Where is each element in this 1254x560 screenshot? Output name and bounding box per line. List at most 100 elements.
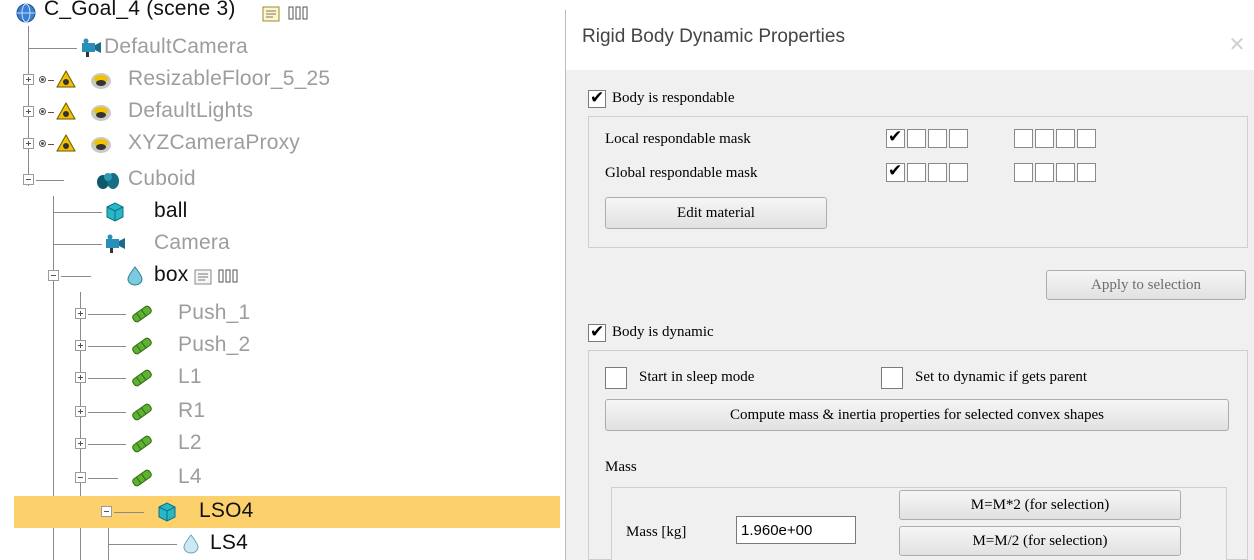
expand-icon[interactable]	[23, 74, 34, 85]
rigid-body-dialog: Rigid Body Dynamic Properties ✕ Body is …	[565, 10, 1254, 560]
joint-icon	[130, 468, 152, 488]
global-mask-bit[interactable]	[949, 163, 968, 182]
expand-icon[interactable]	[75, 372, 86, 383]
local-mask-bit[interactable]	[1056, 129, 1075, 148]
shape-icon	[96, 170, 119, 190]
tree-connector	[54, 244, 102, 245]
expand-icon[interactable]	[23, 138, 34, 149]
tree-connector	[88, 314, 126, 315]
dynamic-checkbox[interactable]	[588, 322, 606, 342]
local-mask-bit[interactable]	[1077, 129, 1096, 148]
local-mask-bit[interactable]	[907, 129, 926, 148]
tree-row-box[interactable]: box	[0, 260, 560, 292]
collapse-icon[interactable]	[75, 472, 86, 483]
customization-script-icon[interactable]	[218, 269, 238, 286]
tree-row-push-2[interactable]: Push_2	[0, 330, 560, 362]
mass-double-button[interactable]: M=M*2 (for selection)	[899, 490, 1181, 520]
global-mask-bit[interactable]	[886, 161, 905, 182]
tree-connector	[114, 512, 144, 513]
expand-icon[interactable]	[75, 340, 86, 351]
tree-label: DefaultLights	[128, 99, 254, 122]
tree-row-l4[interactable]: L4	[0, 462, 560, 494]
global-mask-bit[interactable]	[1014, 163, 1033, 182]
local-mask-bit[interactable]	[949, 129, 968, 148]
tree-row-l1[interactable]: L1	[0, 362, 560, 394]
camera-icon	[80, 38, 102, 58]
tree-connector	[88, 378, 126, 379]
collapse-icon[interactable]	[48, 270, 59, 281]
tree-row-xyzcameraproxy[interactable]: XYZCameraProxy	[0, 128, 560, 160]
cuboid-icon	[156, 502, 178, 522]
tree-row-lso4[interactable]: LSO4	[14, 496, 560, 528]
tree-row-resizablefloor[interactable]: ResizableFloor_5_25	[0, 64, 560, 96]
joint-icon	[130, 434, 152, 454]
joint-icon	[130, 368, 152, 388]
global-mask-bit[interactable]	[907, 163, 926, 182]
expand-icon[interactable]	[75, 406, 86, 417]
tree-connector	[54, 212, 102, 213]
scene-hierarchy[interactable]: C_Goal_4 (scene 3) DefaultCamera Resizab…	[0, 0, 560, 560]
light-bulb-icon[interactable]	[39, 76, 46, 83]
set-dynamic-checkbox[interactable]	[881, 367, 903, 389]
tree-row-camera[interactable]: Camera	[0, 228, 560, 260]
local-mask-bit[interactable]	[886, 127, 905, 148]
tree-label: box	[154, 263, 189, 286]
light-bulb-icon[interactable]	[39, 108, 46, 115]
mass-half-button[interactable]: M=M/2 (for selection)	[899, 526, 1181, 556]
tree-row-ball[interactable]: ball	[0, 196, 560, 228]
tree-label: DefaultCamera	[104, 35, 248, 58]
scene-title: C_Goal_4 (scene 3)	[44, 0, 236, 20]
expand-icon[interactable]	[23, 106, 34, 117]
global-mask-label: Global respondable mask	[605, 165, 758, 181]
expand-icon[interactable]	[75, 438, 86, 449]
global-mask-bit[interactable]	[1056, 163, 1075, 182]
dialog-titlebar[interactable]: Rigid Body Dynamic Properties ✕	[566, 10, 1254, 70]
dummy-icon	[90, 134, 112, 154]
close-icon[interactable]: ✕	[1224, 32, 1250, 58]
local-mask-bit[interactable]	[928, 129, 947, 148]
tree-label: Cuboid	[128, 167, 196, 190]
compute-mass-inertia-button[interactable]: Compute mass & inertia properties for se…	[605, 399, 1229, 431]
respondable-group: Local respondable mask Global respondabl…	[588, 116, 1248, 248]
dialog-title: Rigid Body Dynamic Properties	[582, 26, 845, 47]
tree-row-push-1[interactable]: Push_1	[0, 298, 560, 330]
sleep-mode-label: Start in sleep mode	[639, 369, 755, 385]
tree-row-defaultlights[interactable]: DefaultLights	[0, 96, 560, 128]
sleep-mode-checkbox[interactable]	[605, 367, 627, 389]
respondable-checkbox[interactable]	[588, 88, 606, 108]
global-mask-bit[interactable]	[928, 163, 947, 182]
script-icon[interactable]	[194, 269, 212, 286]
mass-input[interactable]	[736, 516, 856, 544]
light-bulb-icon[interactable]	[39, 140, 46, 147]
collapse-icon[interactable]	[101, 506, 112, 517]
apply-to-selection-button[interactable]: Apply to selection	[1046, 270, 1246, 300]
expand-icon[interactable]	[75, 308, 86, 319]
local-mask-label: Local respondable mask	[605, 131, 751, 147]
global-mask-bit[interactable]	[1035, 163, 1054, 182]
script-icon[interactable]	[262, 6, 280, 23]
customization-script-icon[interactable]	[288, 6, 308, 23]
tree-row-root[interactable]: C_Goal_4 (scene 3)	[0, 0, 560, 26]
tree-row-cuboid[interactable]: Cuboid	[0, 164, 560, 196]
tree-label: R1	[178, 399, 206, 422]
edit-material-button[interactable]: Edit material	[605, 197, 827, 229]
dynamic-group: Start in sleep mode Set to dynamic if ge…	[588, 350, 1248, 560]
tree-label: L2	[178, 431, 202, 454]
global-mask-bit[interactable]	[1077, 163, 1096, 182]
joint-icon	[130, 304, 152, 324]
mass-field-label: Mass [kg]	[626, 524, 687, 540]
tree-row-r1[interactable]: R1	[0, 396, 560, 428]
local-mask-bit[interactable]	[1035, 129, 1054, 148]
drop-shape-icon	[126, 266, 148, 286]
set-dynamic-label: Set to dynamic if gets parent	[915, 369, 1088, 385]
tree-row-ls4[interactable]: LS4	[0, 528, 560, 560]
local-mask-bit[interactable]	[1014, 129, 1033, 148]
tree-label: ResizableFloor_5_25	[128, 67, 331, 90]
tree-row-defaultcamera[interactable]: DefaultCamera	[0, 32, 560, 64]
dynamic-label: Body is dynamic	[612, 324, 714, 340]
tree-row-l2[interactable]: L2	[0, 428, 560, 460]
tree-connector	[48, 144, 54, 145]
collapse-icon[interactable]	[23, 174, 34, 185]
tree-label: L4	[178, 465, 202, 488]
tree-label: LS4	[210, 531, 248, 554]
